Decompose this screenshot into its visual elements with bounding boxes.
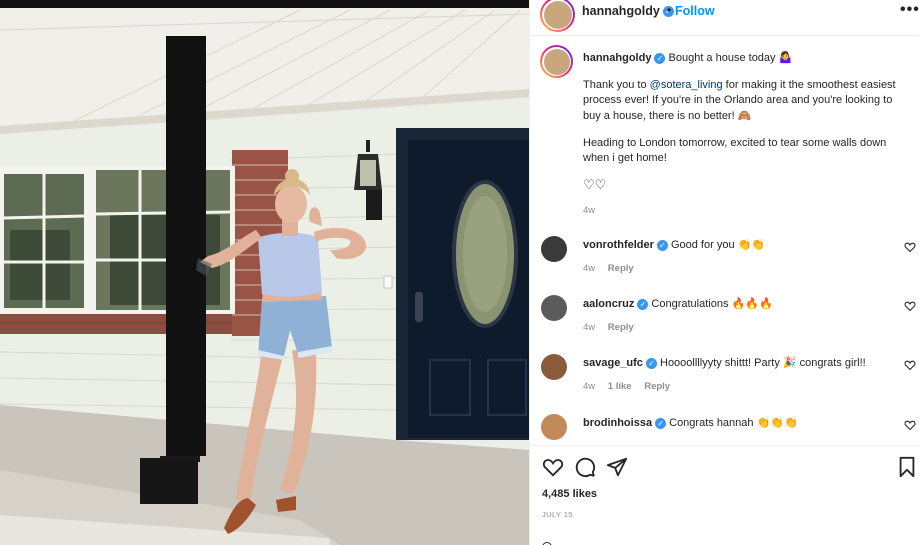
author-avatar[interactable] (540, 0, 575, 32)
reply-button[interactable]: Reply (608, 263, 634, 274)
comment-time[interactable]: 4w (583, 263, 595, 274)
post-details-panel: hannahgoldy ✓ • Follow ••• hannahgoldy ✓ B… (529, 0, 919, 545)
commenter-avatar[interactable] (541, 354, 567, 380)
caption-title-emoji: 🤷‍♀️ (778, 51, 793, 64)
verified-icon: ✓ (645, 357, 657, 369)
comment-icon[interactable] (574, 456, 596, 478)
author-username[interactable]: hannahgoldy ✓ (582, 4, 674, 18)
comment-emoji: 🔥🔥🔥 (731, 297, 773, 310)
comment-text: aaloncruz ✓ Congratulations 🔥🔥🔥 (583, 297, 773, 310)
verified-icon: ✓ (637, 298, 649, 310)
comment-time[interactable]: 4w (583, 322, 595, 333)
author-username-text[interactable]: hannahgoldy (582, 4, 660, 18)
comment-text: savage_ufc ✓ Hoooollllyyty shittt! Party … (583, 356, 866, 369)
comment-emoji: 🎉 (782, 356, 797, 369)
comment-like-icon[interactable] (904, 419, 916, 431)
commenter-username[interactable]: vonrothfelder (583, 239, 654, 251)
comment-emoji: 👏👏👏 (756, 416, 798, 429)
caption-mention-link[interactable]: @sotera_living (650, 79, 723, 91)
comment-text: vonrothfelder ✓ Good for you 👏👏 (583, 238, 765, 251)
commenter-username[interactable]: aaloncruz (583, 298, 634, 310)
comment-item: brodinhoissa ✓ Congrats hannah 👏👏👏 (530, 414, 919, 440)
caption-time[interactable]: 4w (583, 205, 595, 216)
commenter-avatar[interactable] (541, 414, 567, 440)
instagram-post-view: hannahgoldy ✓ • Follow ••• hannahgoldy ✓ B… (0, 0, 919, 545)
post-header: hannahgoldy ✓ • Follow ••• (530, 0, 919, 36)
comment-body: Good for you (670, 239, 735, 251)
commenter-username[interactable]: brodinhoissa (583, 417, 652, 429)
comment-meta: 4w 1 like Reply (583, 381, 680, 392)
caption-line2: Heading to London tomorrow, excited to t… (583, 137, 887, 164)
verified-icon: ✓ (655, 417, 667, 429)
header-separator: • (667, 3, 672, 17)
verified-icon: ✓ (654, 52, 666, 64)
comment-meta: 4w Reply (583, 263, 644, 274)
caption-title: Bought a house today (668, 52, 776, 64)
caption-author-avatar[interactable] (540, 45, 573, 78)
likes-count[interactable]: 4,485 likes (542, 488, 597, 500)
caption-hearts: ♡♡ (583, 178, 607, 193)
share-icon[interactable] (606, 456, 628, 478)
comment-likes-count[interactable]: 1 like (608, 381, 632, 392)
comment-text: brodinhoissa ✓ Congrats hannah 👏👏👏 (583, 416, 798, 429)
comment-like-icon[interactable] (904, 359, 916, 371)
reply-button[interactable]: Reply (608, 322, 634, 333)
comment-like-icon[interactable] (904, 241, 916, 253)
post-caption: hannahgoldy ✓ Bought a house today 🤷‍♀️ T… (583, 50, 908, 205)
commenter-avatar[interactable] (541, 236, 567, 262)
post-photo-illustration (0, 0, 529, 545)
comment-item: aaloncruz ✓ Congratulations 🔥🔥🔥 4w Reply (530, 295, 919, 345)
comment-time[interactable]: 4w (583, 381, 595, 392)
comment-emoji: 👏👏 (737, 238, 766, 251)
comment-body: Congratulations (651, 298, 729, 310)
comment-item: vonrothfelder ✓ Good for you 👏👏 4w Reply (530, 236, 919, 286)
follow-button[interactable]: Follow (675, 4, 715, 18)
commenter-username[interactable]: savage_ufc (583, 357, 643, 369)
post-actions-bar: 4,485 likes JULY 15 (530, 445, 919, 545)
post-date: JULY 15 (542, 510, 573, 519)
caption-username[interactable]: hannahgoldy (583, 52, 651, 64)
heart-icon[interactable] (542, 456, 564, 478)
comment-meta: 4w Reply (583, 322, 644, 333)
caption-line1-pre: Thank you to (583, 79, 650, 91)
comment-body: Hoooollllyyty shittt! Party (660, 357, 780, 369)
comments-scroll-area[interactable]: hannahgoldy ✓ Bought a house today 🤷‍♀️ T… (530, 37, 919, 440)
bookmark-icon[interactable] (896, 456, 918, 478)
comment-like-icon[interactable] (904, 300, 916, 312)
comment-item: savage_ufc ✓ Hoooollllyyty shittt! Party … (530, 354, 919, 404)
commenter-avatar[interactable] (541, 295, 567, 321)
comment-body: Congrats hannah (669, 417, 754, 429)
more-icon[interactable]: ••• (900, 1, 919, 19)
post-photo[interactable] (0, 0, 529, 545)
reply-button[interactable]: Reply (644, 381, 670, 392)
caption-line1-emoji: 🙈 (737, 109, 752, 122)
verified-icon: ✓ (656, 239, 668, 251)
comment-body-2: congrats girl!! (796, 357, 866, 369)
